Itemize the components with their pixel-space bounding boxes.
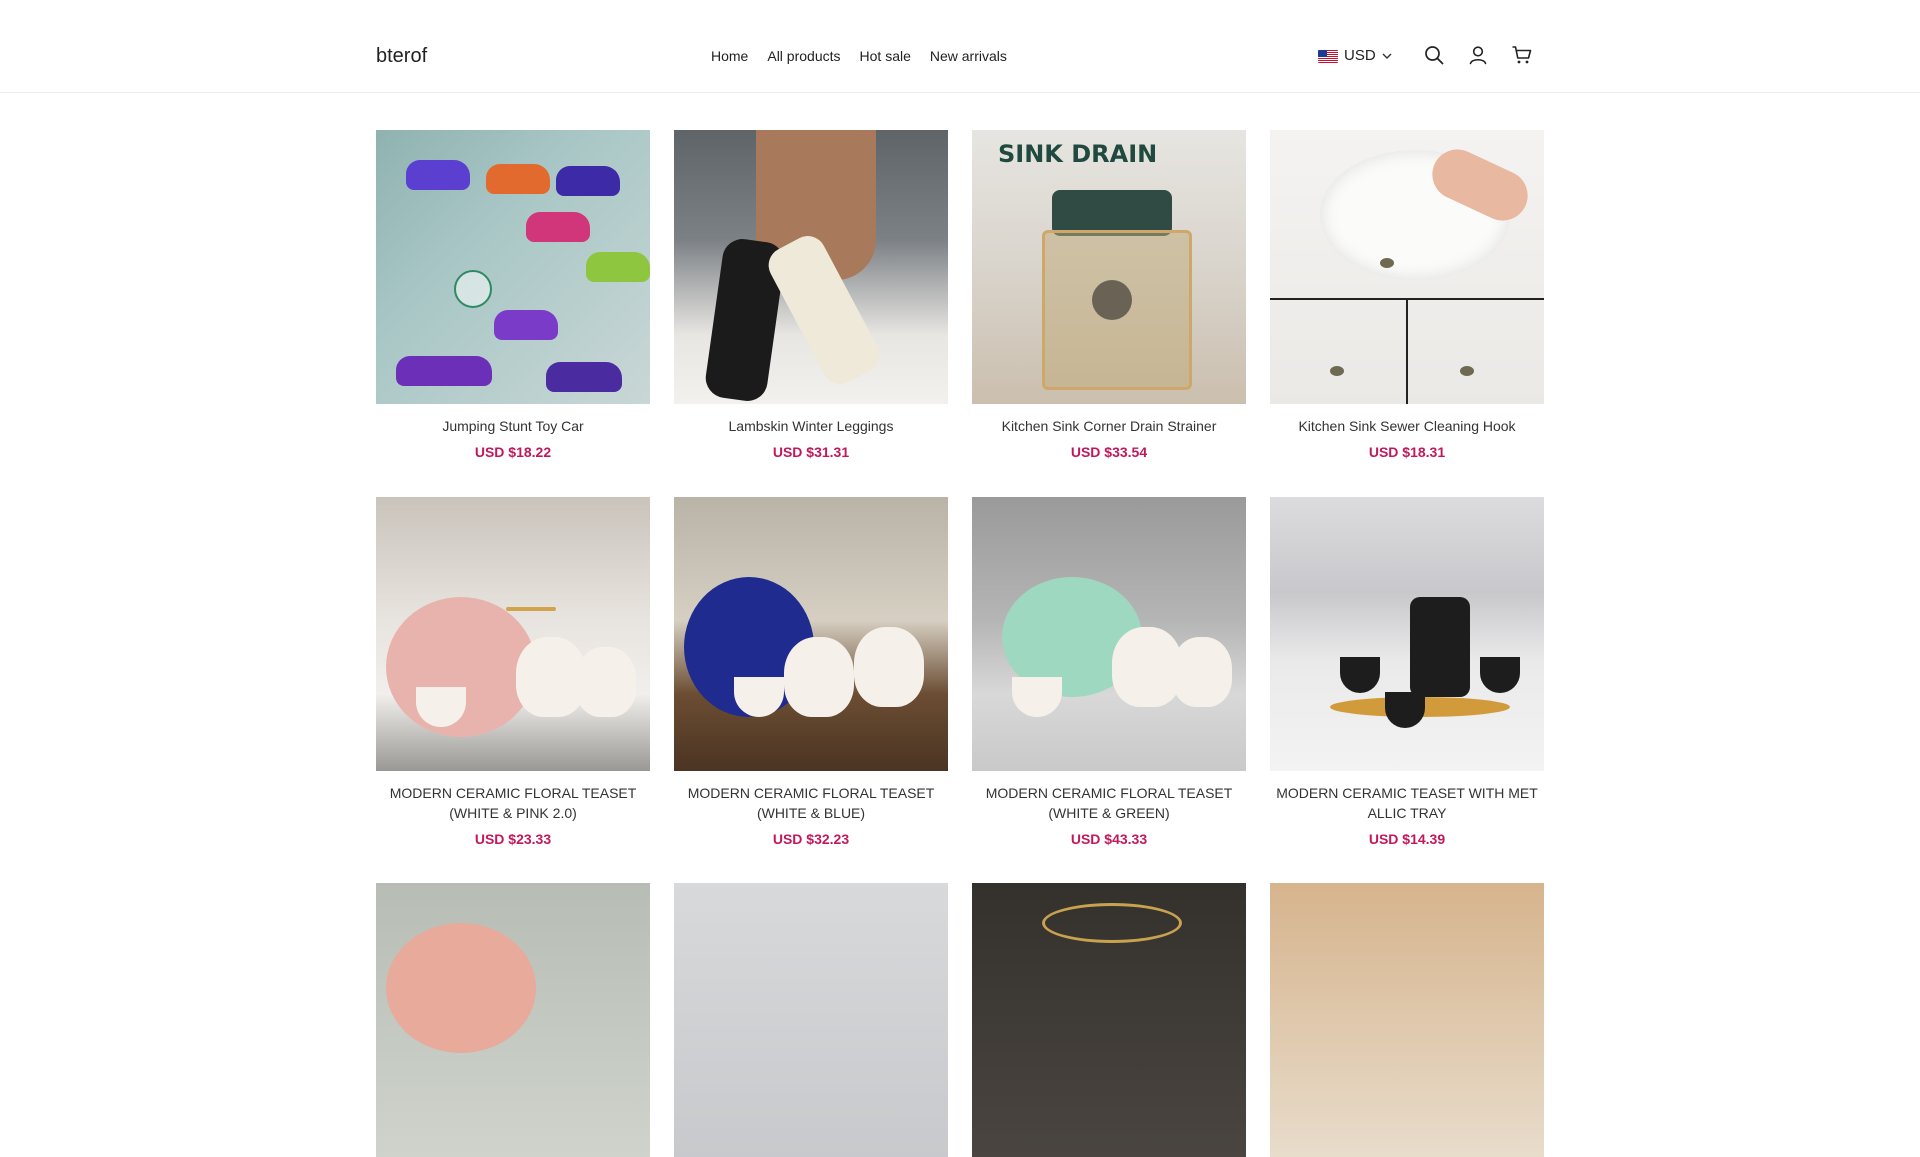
- product-image[interactable]: [376, 497, 650, 771]
- image-divider: [1406, 298, 1408, 404]
- toy-car-shape: [586, 252, 650, 282]
- product-title[interactable]: Lambskin Winter Leggings: [674, 416, 948, 436]
- product-title[interactable]: Kitchen Sink Corner Drain Strainer: [972, 416, 1246, 436]
- nav-hot-sale[interactable]: Hot sale: [860, 47, 911, 65]
- product-price: USD $33.54: [1070, 444, 1148, 460]
- drain-shape: [1330, 366, 1344, 376]
- product-image[interactable]: SINK DRAIN: [972, 130, 1246, 404]
- product-image[interactable]: [1270, 883, 1544, 1157]
- account-icon[interactable]: [1467, 44, 1489, 66]
- product-title[interactable]: MODERN CERAMIC FLORAL TEASET (WHITE & PI…: [376, 783, 650, 823]
- product-title[interactable]: MODERN CERAMIC FLORAL TEASET (WHITE & GR…: [972, 783, 1246, 823]
- product-image[interactable]: [376, 883, 650, 1157]
- cup-shape: [1480, 657, 1520, 693]
- toy-car-shape: [526, 212, 590, 242]
- toy-car-shape: [556, 166, 620, 196]
- product-image[interactable]: [674, 497, 948, 771]
- us-flag-icon: [1318, 49, 1338, 63]
- toy-car-shape: [406, 160, 470, 190]
- product-card[interactable]: MODERN CERAMIC FLORAL TEASET (WHITE & GR…: [972, 497, 1246, 848]
- product-card[interactable]: Jumping Stunt Toy Car USD $18.22: [376, 130, 650, 461]
- toy-car-shape: [546, 362, 622, 392]
- nav-home[interactable]: Home: [711, 47, 748, 65]
- product-image[interactable]: [1270, 497, 1544, 771]
- cup-shape: [1385, 692, 1425, 728]
- product-price: USD $14.39: [1368, 831, 1446, 847]
- product-title[interactable]: MODERN CERAMIC FLORAL TEASET (WHITE & BL…: [674, 783, 948, 823]
- basket-rim-shape: [1042, 903, 1182, 943]
- product-price: USD $18.31: [1368, 444, 1446, 460]
- product-image[interactable]: [972, 883, 1246, 1157]
- toy-car-shape: [396, 356, 492, 386]
- drain-shape: [1092, 280, 1132, 320]
- teapot-shape: [1410, 597, 1470, 697]
- nav-new-arrivals[interactable]: New arrivals: [930, 47, 1007, 65]
- product-title[interactable]: Kitchen Sink Sewer Cleaning Hook: [1270, 416, 1544, 436]
- sugar-pot-shape: [576, 647, 636, 717]
- main-nav: Home All products Hot sale New arrivals: [711, 47, 1026, 65]
- product-image[interactable]: [1270, 130, 1544, 404]
- product-card[interactable]: MODERN CERAMIC FLORAL TEASET (WHITE & PI…: [376, 497, 650, 848]
- rotate-360-icon: [454, 270, 492, 308]
- product-price: USD $43.33: [1070, 831, 1148, 847]
- currency-selector[interactable]: USD: [1318, 47, 1392, 65]
- product-card[interactable]: SINK DRAIN Kitchen Sink Corner Drain Str…: [972, 130, 1246, 461]
- product-title[interactable]: MODERN CERAMIC TEASET WITH METALLIC TRAY: [1270, 783, 1544, 823]
- product-image[interactable]: [972, 497, 1246, 771]
- plate-shape: [386, 923, 536, 1053]
- teapot-shape: [784, 637, 854, 717]
- product-image[interactable]: [376, 130, 650, 404]
- handle-shape: [506, 607, 556, 611]
- currency-code: USD: [1344, 47, 1376, 64]
- product-card[interactable]: [972, 883, 1246, 1157]
- site-logo[interactable]: bterof: [376, 44, 427, 68]
- sugar-pot-shape: [854, 627, 924, 707]
- product-card[interactable]: [674, 883, 948, 1157]
- product-card[interactable]: MODERN CERAMIC TEASET WITH METALLIC TRAY…: [1270, 497, 1544, 848]
- toy-car-shape: [494, 310, 558, 340]
- drain-shape: [1380, 258, 1394, 268]
- product-price: USD $23.33: [474, 831, 552, 847]
- search-icon[interactable]: [1423, 44, 1445, 66]
- cart-icon[interactable]: [1511, 44, 1533, 66]
- site-header: bterof Home All products Hot sale New ar…: [0, 0, 1920, 93]
- product-card[interactable]: Kitchen Sink Sewer Cleaning Hook USD $18…: [1270, 130, 1544, 461]
- sugar-pot-shape: [1172, 637, 1232, 707]
- toy-car-shape: [486, 164, 550, 194]
- drain-shape: [1460, 366, 1474, 376]
- product-price: USD $31.31: [772, 444, 850, 460]
- product-card[interactable]: MODERN CERAMIC FLORAL TEASET (WHITE & BL…: [674, 497, 948, 848]
- product-price: USD $32.23: [772, 831, 850, 847]
- product-price: USD $18.22: [474, 444, 552, 460]
- image-caption: SINK DRAIN: [998, 140, 1158, 168]
- product-title[interactable]: Jumping Stunt Toy Car: [376, 416, 650, 436]
- nav-all-products[interactable]: All products: [767, 47, 840, 65]
- product-card[interactable]: Lambskin Winter Leggings USD $31.31: [674, 130, 948, 461]
- cup-shape: [1012, 677, 1062, 717]
- product-card[interactable]: [1270, 883, 1544, 1157]
- chevron-down-icon: [1382, 53, 1392, 59]
- product-image[interactable]: [674, 883, 948, 1157]
- product-image[interactable]: [674, 130, 948, 404]
- product-card[interactable]: [376, 883, 650, 1157]
- cup-shape: [1340, 657, 1380, 693]
